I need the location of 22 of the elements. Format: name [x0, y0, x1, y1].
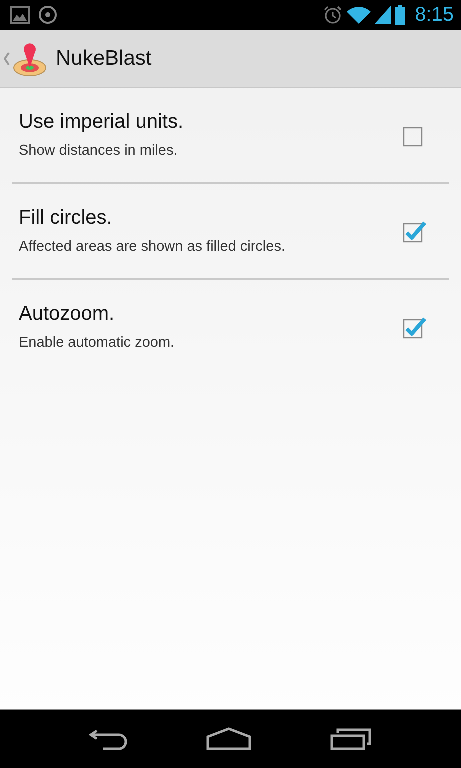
preference-summary: Affected areas are shown as filled circles.: [19, 239, 286, 255]
checkbox[interactable]: [403, 219, 427, 243]
caret-icon: [4, 52, 10, 66]
clock-time: 8:15: [415, 4, 454, 26]
battery-icon: [395, 5, 406, 25]
sync-notification-icon: [38, 5, 58, 25]
preference-item[interactable]: Fill circles. Affected areas are shown as filled circles.: [12, 184, 449, 278]
app-title: NukeBlast: [56, 46, 152, 70]
wifi-icon: [347, 6, 372, 24]
alarm-icon: [323, 5, 344, 25]
app-up-button[interactable]: [4, 40, 47, 76]
preference-summary: Enable automatic zoom.: [19, 335, 175, 351]
preference-item[interactable]: Use imperial units. Show distances in miles.: [12, 88, 449, 182]
preference-title: Autozoom.: [19, 303, 116, 326]
picture-notification-icon: [10, 6, 30, 24]
preference-title: Use imperial units.: [19, 111, 184, 134]
map-pin-target-icon: [13, 40, 47, 76]
checkbox[interactable]: [403, 315, 427, 339]
preference-item[interactable]: Autozoom. Enable automatic zoom.: [12, 280, 449, 374]
preference-title: Fill circles.: [19, 207, 114, 230]
preference-summary: Show distances in miles.: [19, 143, 179, 159]
signal-icon: [375, 6, 392, 24]
